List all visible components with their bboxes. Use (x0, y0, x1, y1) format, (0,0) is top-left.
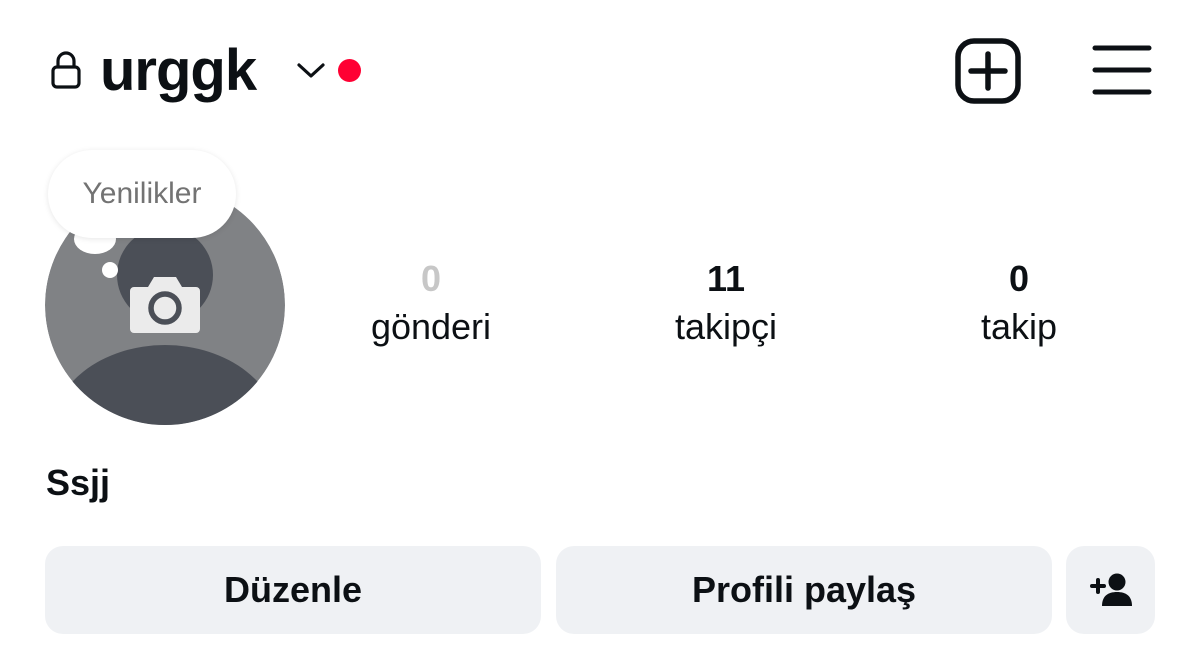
posts-label: gönderi (370, 306, 492, 347)
edit-profile-button[interactable]: Düzenle (45, 546, 541, 634)
followers-label: takipçi (674, 306, 778, 347)
posts-stat: 0 gönderi (331, 255, 531, 351)
notes-bubble-label: Yenilikler (82, 177, 202, 210)
discover-people-button[interactable] (1066, 546, 1155, 634)
share-profile-button[interactable]: Profili paylaş (556, 546, 1052, 634)
followers-count: 11 (706, 258, 746, 299)
username[interactable]: urggk (100, 38, 257, 104)
display-name: Ssjj (46, 462, 111, 503)
profile-page: urggk Yenilikler 0 gönderi 11 takipçi 0 … (0, 0, 1200, 658)
new-post-button[interactable] (955, 38, 1021, 104)
followers-stat[interactable]: 11 takipçi (626, 255, 826, 351)
following-stat[interactable]: 0 takip (919, 255, 1119, 351)
chevron-down-icon[interactable] (295, 58, 327, 82)
profile-header: urggk (0, 0, 1200, 140)
menu-button[interactable] (1092, 44, 1152, 96)
add-person-icon (1090, 573, 1132, 606)
posts-count: 0 (420, 258, 442, 299)
following-count: 0 (1008, 258, 1030, 299)
notes-bubble-tail-dot (102, 262, 118, 278)
following-label: takip (980, 306, 1058, 347)
notes-bubble[interactable]: Yenilikler (48, 150, 236, 238)
lock-icon (51, 51, 81, 89)
notification-dot (338, 59, 361, 82)
